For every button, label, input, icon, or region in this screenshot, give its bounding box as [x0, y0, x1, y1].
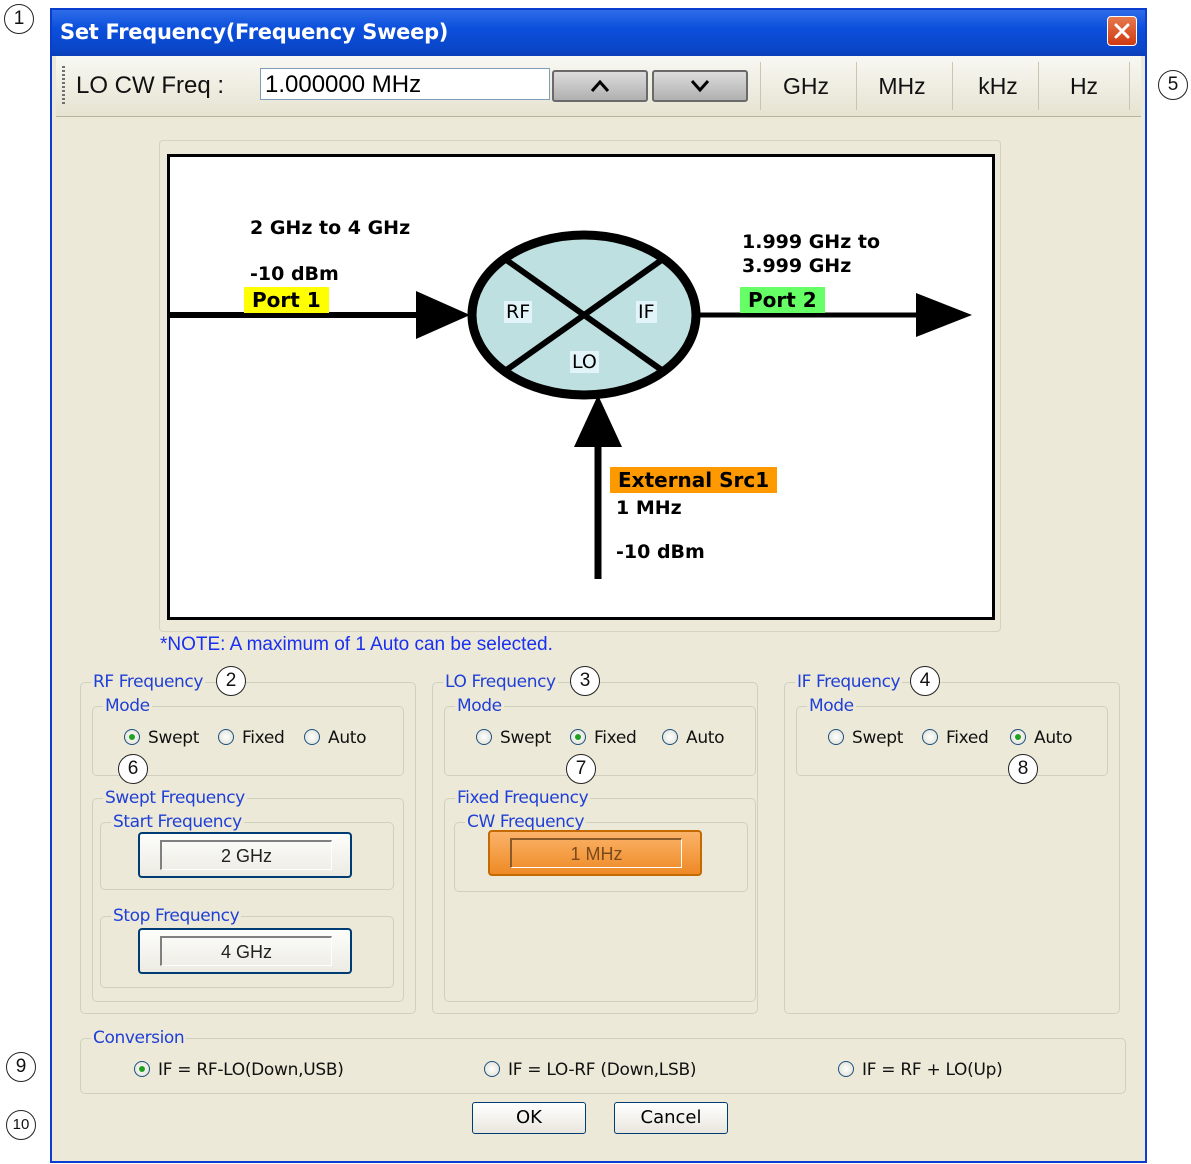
radio-icon [922, 729, 938, 745]
radio-icon [304, 729, 320, 745]
if-mode-title: Mode [809, 696, 854, 716]
if-mode-auto-radio[interactable]: Auto [1010, 728, 1073, 748]
port1-label: Port 1 [244, 287, 329, 313]
rf-mode-swept-radio[interactable]: Swept [124, 728, 199, 748]
rf-frequency-title: RF Frequency [93, 672, 204, 692]
increment-button[interactable] [552, 70, 648, 102]
unit-khz-button[interactable]: kHz [952, 62, 1043, 110]
toolbar-grip[interactable] [62, 66, 65, 106]
unit-hz-button[interactable]: Hz [1038, 62, 1130, 110]
if-range-line2: 3.999 GHz [742, 255, 852, 277]
start-frequency-value: 2 GHz [160, 840, 332, 870]
radio-selected-icon [570, 729, 586, 745]
mixer-if-label: IF [636, 301, 657, 323]
chevron-down-icon [690, 80, 710, 93]
set-frequency-dialog: Set Frequency(Frequency Sweep) LO CW Fre… [50, 8, 1147, 1163]
radio-icon [218, 729, 234, 745]
radio-icon [662, 729, 678, 745]
cw-frequency-value: 1 MHz [510, 838, 682, 868]
if-mode-fixed-radio[interactable]: Fixed [922, 728, 989, 748]
conversion-down-usb-radio[interactable]: IF = RF-LO(Down,USB) [134, 1060, 344, 1080]
cancel-button[interactable]: Cancel [614, 1102, 728, 1134]
source-power-label: -10 dBm [616, 541, 705, 563]
radio-icon [476, 729, 492, 745]
callout-7: 7 [566, 754, 596, 784]
rf-power-label: -10 dBm [250, 263, 339, 285]
stop-frequency-button[interactable]: 4 GHz [138, 928, 352, 974]
callout-10: 10 [6, 1110, 36, 1140]
fixed-frequency-title: Fixed Frequency [457, 788, 589, 808]
source-freq-label: 1 MHz [616, 497, 682, 519]
lo-mode-title: Mode [457, 696, 502, 716]
swept-frequency-title: Swept Frequency [105, 788, 245, 808]
lo-mode-swept-radio[interactable]: Swept [476, 728, 551, 748]
window-title: Set Frequency(Frequency Sweep) [60, 20, 449, 44]
start-frequency-button[interactable]: 2 GHz [138, 832, 352, 878]
cw-frequency-button[interactable]: 1 MHz [488, 830, 702, 876]
decrement-button[interactable] [652, 70, 748, 102]
if-range-line1: 1.999 GHz to [742, 231, 881, 253]
close-icon [1114, 23, 1130, 39]
callout-3: 3 [570, 666, 600, 696]
cw-frequency-title: CW Frequency [467, 812, 585, 832]
port2-label: Port 2 [740, 287, 825, 313]
callout-6: 6 [118, 754, 148, 784]
chevron-up-icon [590, 79, 610, 92]
callout-2: 2 [216, 666, 246, 696]
if-frequency-title: IF Frequency [797, 672, 901, 692]
auto-note: *NOTE: A maximum of 1 Auto can be select… [160, 634, 553, 655]
ok-button[interactable]: OK [472, 1102, 586, 1134]
conversion-up-radio[interactable]: IF = RF + LO(Up) [838, 1060, 1003, 1080]
external-source-label: External Src1 [610, 467, 778, 493]
stop-frequency-title: Stop Frequency [113, 906, 240, 926]
mixer-rf-label: RF [504, 301, 533, 323]
conversion-down-lsb-radio[interactable]: IF = LO-RF (Down,LSB) [484, 1060, 696, 1080]
radio-icon [838, 1061, 854, 1077]
unit-ghz-button[interactable]: GHz [760, 62, 851, 110]
radio-selected-icon [124, 729, 140, 745]
lo-mode-auto-radio[interactable]: Auto [662, 728, 725, 748]
lo-frequency-title: LO Frequency [445, 672, 556, 692]
conversion-title: Conversion [93, 1028, 185, 1048]
title-bar[interactable]: Set Frequency(Frequency Sweep) [52, 10, 1145, 56]
if-mode-swept-radio[interactable]: Swept [828, 728, 903, 748]
callout-4: 4 [910, 666, 940, 696]
rf-mode-fixed-radio[interactable]: Fixed [218, 728, 285, 748]
rf-range-label: 2 GHz to 4 GHz [250, 217, 411, 239]
callout-5: 5 [1158, 70, 1188, 100]
start-frequency-title: Start Frequency [113, 812, 242, 832]
rf-mode-auto-radio[interactable]: Auto [304, 728, 367, 748]
close-button[interactable] [1107, 16, 1137, 46]
lo-cw-freq-toolbar: LO CW Freq : 1.000000 MHz GHz MHz kHz Hz [56, 56, 1141, 117]
radio-selected-icon [1010, 729, 1026, 745]
callout-9: 9 [6, 1052, 36, 1082]
lo-mode-fixed-radio[interactable]: Fixed [570, 728, 637, 748]
callout-8: 8 [1008, 754, 1038, 784]
radio-icon [484, 1061, 500, 1077]
mixer-diagram: 2 GHz to 4 GHz -10 dBm Port 1 1.999 GHz … [167, 154, 995, 620]
unit-mhz-button[interactable]: MHz [856, 62, 947, 110]
radio-selected-icon [134, 1061, 150, 1077]
stop-frequency-value: 4 GHz [160, 936, 332, 966]
lo-cw-freq-input[interactable]: 1.000000 MHz [260, 68, 550, 100]
mixer-lo-label: LO [570, 351, 599, 373]
lo-cw-freq-label: LO CW Freq : [76, 72, 225, 99]
callout-1: 1 [4, 4, 34, 34]
rf-mode-title: Mode [105, 696, 150, 716]
radio-icon [828, 729, 844, 745]
